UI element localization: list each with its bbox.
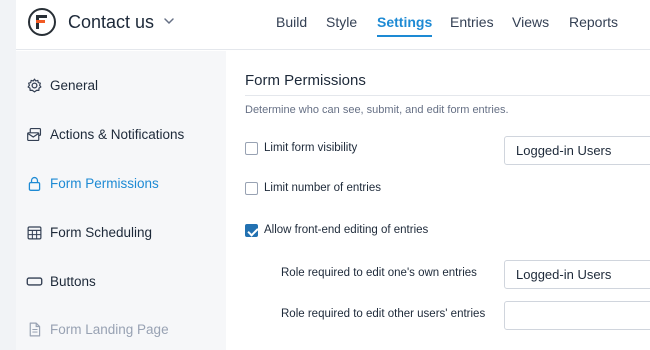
settings-sidebar: General Actions & Notifications Form Per… bbox=[16, 51, 226, 350]
tab-build[interactable]: Build bbox=[276, 14, 307, 36]
tab-style[interactable]: Style bbox=[326, 14, 357, 36]
sidebar-item-form-landing-page[interactable]: Form Landing Page bbox=[26, 317, 221, 341]
sidebar-item-form-permissions[interactable]: Form Permissions bbox=[26, 171, 221, 195]
role-own-entries-select[interactable]: Logged-in Users bbox=[504, 260, 650, 289]
role-other-entries-label: Role required to edit other users' entri… bbox=[281, 308, 486, 320]
sidebar-item-actions-notifications[interactable]: Actions & Notifications bbox=[26, 122, 221, 146]
section-title: Form Permissions bbox=[245, 72, 366, 89]
front-end-editing-label[interactable]: Allow front-end editing of entries bbox=[264, 224, 428, 236]
front-end-editing-checkbox[interactable] bbox=[245, 224, 258, 237]
role-other-entries-select[interactable] bbox=[504, 301, 650, 330]
lock-icon bbox=[28, 176, 41, 191]
permissions-panel: Form Permissions Determine who can see, … bbox=[226, 51, 650, 350]
sidebar-item-label: Form Landing Page bbox=[50, 321, 169, 337]
sidebar-item-label: Form Permissions bbox=[50, 175, 159, 191]
visibility-role-select[interactable]: Logged-in Users bbox=[504, 136, 650, 165]
limit-visibility-label[interactable]: Limit form visibility bbox=[264, 142, 357, 154]
tab-views[interactable]: Views bbox=[512, 14, 549, 36]
calendar-icon bbox=[27, 225, 42, 239]
section-divider bbox=[245, 95, 650, 96]
app-window: Contact us Build Style Settings Entries … bbox=[16, 0, 650, 350]
tab-reports[interactable]: Reports bbox=[569, 14, 618, 36]
sidebar-item-form-scheduling[interactable]: Form Scheduling bbox=[26, 220, 221, 244]
sidebar-item-label: Actions & Notifications bbox=[50, 126, 185, 142]
gear-icon bbox=[27, 78, 42, 92]
limit-visibility-checkbox[interactable] bbox=[245, 142, 258, 155]
sidebar-item-label: Buttons bbox=[50, 273, 96, 289]
tab-settings[interactable]: Settings bbox=[377, 14, 433, 37]
limit-entries-label[interactable]: Limit number of entries bbox=[264, 182, 381, 194]
sidebar-item-label: Form Scheduling bbox=[50, 224, 153, 240]
envelope-stack-icon bbox=[27, 127, 42, 141]
tab-entries[interactable]: Entries bbox=[450, 14, 494, 36]
top-nav-tabs: Build Style Settings Entries Views Repor… bbox=[16, 14, 650, 50]
page-icon bbox=[29, 322, 41, 336]
section-description: Determine who can see, submit, and edit … bbox=[245, 104, 509, 116]
sidebar-item-buttons[interactable]: Buttons bbox=[26, 269, 221, 293]
button-icon bbox=[26, 276, 43, 286]
sidebar-item-label: General bbox=[50, 77, 99, 93]
role-own-entries-label: Role required to edit one's own entries bbox=[281, 267, 477, 279]
top-header: Contact us Build Style Settings Entries … bbox=[16, 0, 650, 50]
limit-entries-checkbox[interactable] bbox=[245, 182, 258, 195]
sidebar-item-general[interactable]: General bbox=[26, 73, 221, 97]
